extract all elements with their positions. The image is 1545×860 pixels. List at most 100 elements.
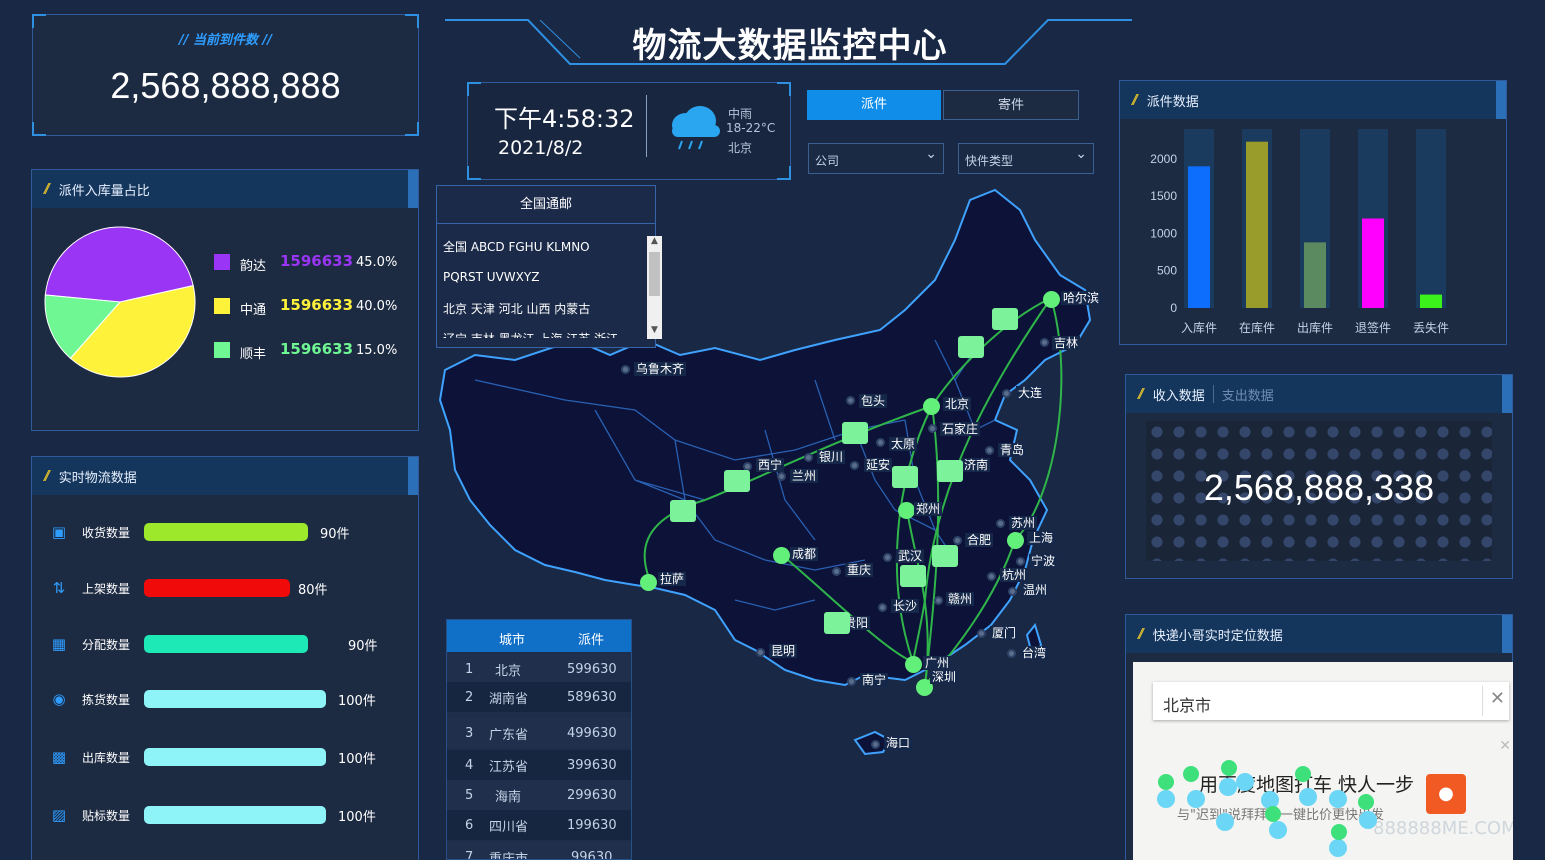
legend-name: 顺丰 bbox=[240, 347, 267, 362]
city-label: 厦门 bbox=[990, 626, 1019, 640]
scroll-down-icon[interactable]: ▼ bbox=[647, 325, 662, 339]
bar[interactable] bbox=[1188, 166, 1210, 308]
truck-icon bbox=[958, 336, 984, 358]
city-dot[interactable] bbox=[804, 453, 813, 462]
city-label: 宁波 bbox=[1029, 554, 1058, 568]
city-dot[interactable] bbox=[1008, 587, 1017, 596]
city-label: 广州 bbox=[923, 656, 952, 670]
city-hub[interactable] bbox=[905, 656, 922, 673]
tab-send[interactable]: 寄件 bbox=[943, 90, 1079, 120]
table-row[interactable]: 3 广东省 499630 bbox=[447, 718, 631, 748]
y-tick-label: 500 bbox=[1157, 264, 1177, 278]
city-dot[interactable] bbox=[871, 740, 880, 749]
city-dot[interactable] bbox=[934, 596, 943, 605]
bar[interactable] bbox=[1420, 294, 1442, 308]
city-dot[interactable] bbox=[996, 519, 1005, 528]
city-label: 石家庄 bbox=[940, 422, 981, 436]
realtime-value: 90件 bbox=[320, 526, 350, 542]
national-post-line[interactable]: 辽宁 吉林 黑龙江 上海 江苏 浙江 bbox=[443, 324, 643, 338]
city-label: 包头 bbox=[859, 394, 888, 408]
table-row[interactable]: 7 重庆市 99630 bbox=[447, 842, 631, 859]
dispatch-panel-title: 派件数据 bbox=[1146, 94, 1199, 110]
city-dot[interactable] bbox=[977, 629, 986, 638]
legend-value: 1596633 bbox=[280, 296, 354, 314]
city-label: 温州 bbox=[1021, 583, 1050, 597]
city-label: 乌鲁木齐 bbox=[634, 362, 687, 376]
truck-icon bbox=[670, 500, 696, 522]
shelf-icon: ⇅ bbox=[52, 579, 66, 597]
city-dot[interactable] bbox=[621, 365, 630, 374]
city-label: 济南 bbox=[962, 458, 991, 472]
city-dot[interactable] bbox=[928, 424, 937, 433]
city-hub[interactable] bbox=[640, 574, 657, 591]
tab-dispatch[interactable]: 派件 bbox=[807, 90, 941, 120]
city-label: 银川 bbox=[817, 450, 846, 464]
scrollbar[interactable]: ▲ ▼ bbox=[647, 236, 662, 339]
city-dot[interactable] bbox=[883, 553, 892, 562]
express-type-select[interactable]: 快件类型 ⌄ bbox=[958, 143, 1094, 174]
national-post-line[interactable]: PQRST UVWXYZ bbox=[443, 264, 643, 294]
national-post-line[interactable]: 北京 天津 河北 山西 内蒙古 bbox=[443, 294, 643, 324]
x-tick-label: 入库件 bbox=[1181, 320, 1217, 335]
city-dot[interactable] bbox=[985, 446, 994, 455]
city-dot[interactable] bbox=[756, 648, 765, 657]
realtime-bar bbox=[144, 690, 326, 708]
city-label: 长沙 bbox=[891, 599, 920, 613]
realtime-label: 贴标数量 bbox=[82, 808, 131, 823]
city-dot[interactable] bbox=[847, 677, 856, 686]
scroll-up-icon[interactable]: ▲ bbox=[647, 236, 662, 250]
national-post-title: 全国通邮 bbox=[437, 186, 655, 224]
city-label: 大连 bbox=[1016, 386, 1045, 400]
truck-icon bbox=[892, 466, 918, 488]
city-label: 太原 bbox=[889, 437, 918, 451]
table-row[interactable]: 6 四川省 199630 bbox=[447, 810, 631, 840]
income-panel: // 收入数据 支出数据 2,568,888,338 bbox=[1125, 374, 1513, 579]
legend-swatch bbox=[214, 254, 230, 270]
city-dot[interactable] bbox=[1007, 649, 1016, 658]
realtime-row: ▣ 收货数量 90件 bbox=[50, 517, 350, 547]
city-dot[interactable] bbox=[1040, 338, 1049, 347]
share-panel: // 派件入库量占比 韵达 1596633 45.0% 中通 1596633 40… bbox=[31, 169, 419, 431]
city-dot[interactable] bbox=[1016, 557, 1025, 566]
truck-icon bbox=[932, 545, 958, 567]
city-dot[interactable] bbox=[953, 536, 962, 545]
city-dot[interactable] bbox=[832, 567, 841, 576]
city-hub[interactable] bbox=[1007, 532, 1024, 549]
city-hub[interactable] bbox=[773, 547, 790, 564]
company-select[interactable]: 公司 ⌄ bbox=[808, 143, 944, 174]
truck-icon bbox=[992, 308, 1018, 330]
city-hub[interactable] bbox=[1043, 291, 1060, 308]
scroll-thumb[interactable] bbox=[649, 252, 660, 296]
share-panel-title: 派件入库量占比 bbox=[58, 183, 150, 199]
realtime-panel: // 实时物流数据 ▣ 收货数量 90件 ⇅ 上架数量 80件 ▦ 分配数量 90件 ◉… bbox=[31, 456, 419, 860]
bar[interactable] bbox=[1362, 218, 1384, 309]
city-hub[interactable] bbox=[923, 398, 940, 415]
truck-icon bbox=[724, 470, 750, 492]
city-dot[interactable] bbox=[878, 603, 887, 612]
pie-legend-item[interactable]: 中通 1596633 40.0% bbox=[214, 296, 414, 318]
baidu-map[interactable]: 北京市 ✕ ✕ 用百度地图打车 快人一步 与"迟到"说拜拜，一键比价更快出发 ●… bbox=[1133, 662, 1513, 860]
national-post-line[interactable]: 全国 ABCD FGHU KLMNO bbox=[443, 234, 643, 264]
city-label: 吉林 bbox=[1052, 336, 1081, 350]
city-dot[interactable] bbox=[987, 572, 996, 581]
tab-expense[interactable]: 支出数据 bbox=[1222, 385, 1274, 404]
city-hub[interactable] bbox=[898, 502, 915, 519]
legend-name: 中通 bbox=[240, 303, 267, 318]
pie-legend-item[interactable]: 韵达 1596633 45.0% bbox=[214, 252, 414, 274]
city-dot[interactable] bbox=[1002, 389, 1011, 398]
table-row[interactable]: 2 湖南省 589630 bbox=[447, 682, 631, 712]
city-dot[interactable] bbox=[846, 396, 855, 405]
table-row[interactable]: 1 北京 599630 bbox=[447, 654, 631, 684]
table-row[interactable]: 5 海南 299630 bbox=[447, 780, 631, 810]
bar[interactable] bbox=[1246, 141, 1268, 308]
city-dot[interactable] bbox=[876, 438, 885, 447]
city-dot[interactable] bbox=[850, 461, 859, 470]
bar[interactable] bbox=[1304, 242, 1326, 308]
pie-legend-item[interactable]: 顺丰 1596633 15.0% bbox=[214, 340, 414, 362]
slash-icon: // bbox=[1138, 626, 1144, 642]
inbox-icon: ▣ bbox=[51, 523, 67, 541]
city-dot[interactable] bbox=[777, 472, 786, 481]
tab-income[interactable]: 收入数据 bbox=[1153, 385, 1205, 404]
realtime-label: 分配数量 bbox=[82, 637, 131, 652]
table-row[interactable]: 4 江苏省 399630 bbox=[447, 750, 631, 780]
